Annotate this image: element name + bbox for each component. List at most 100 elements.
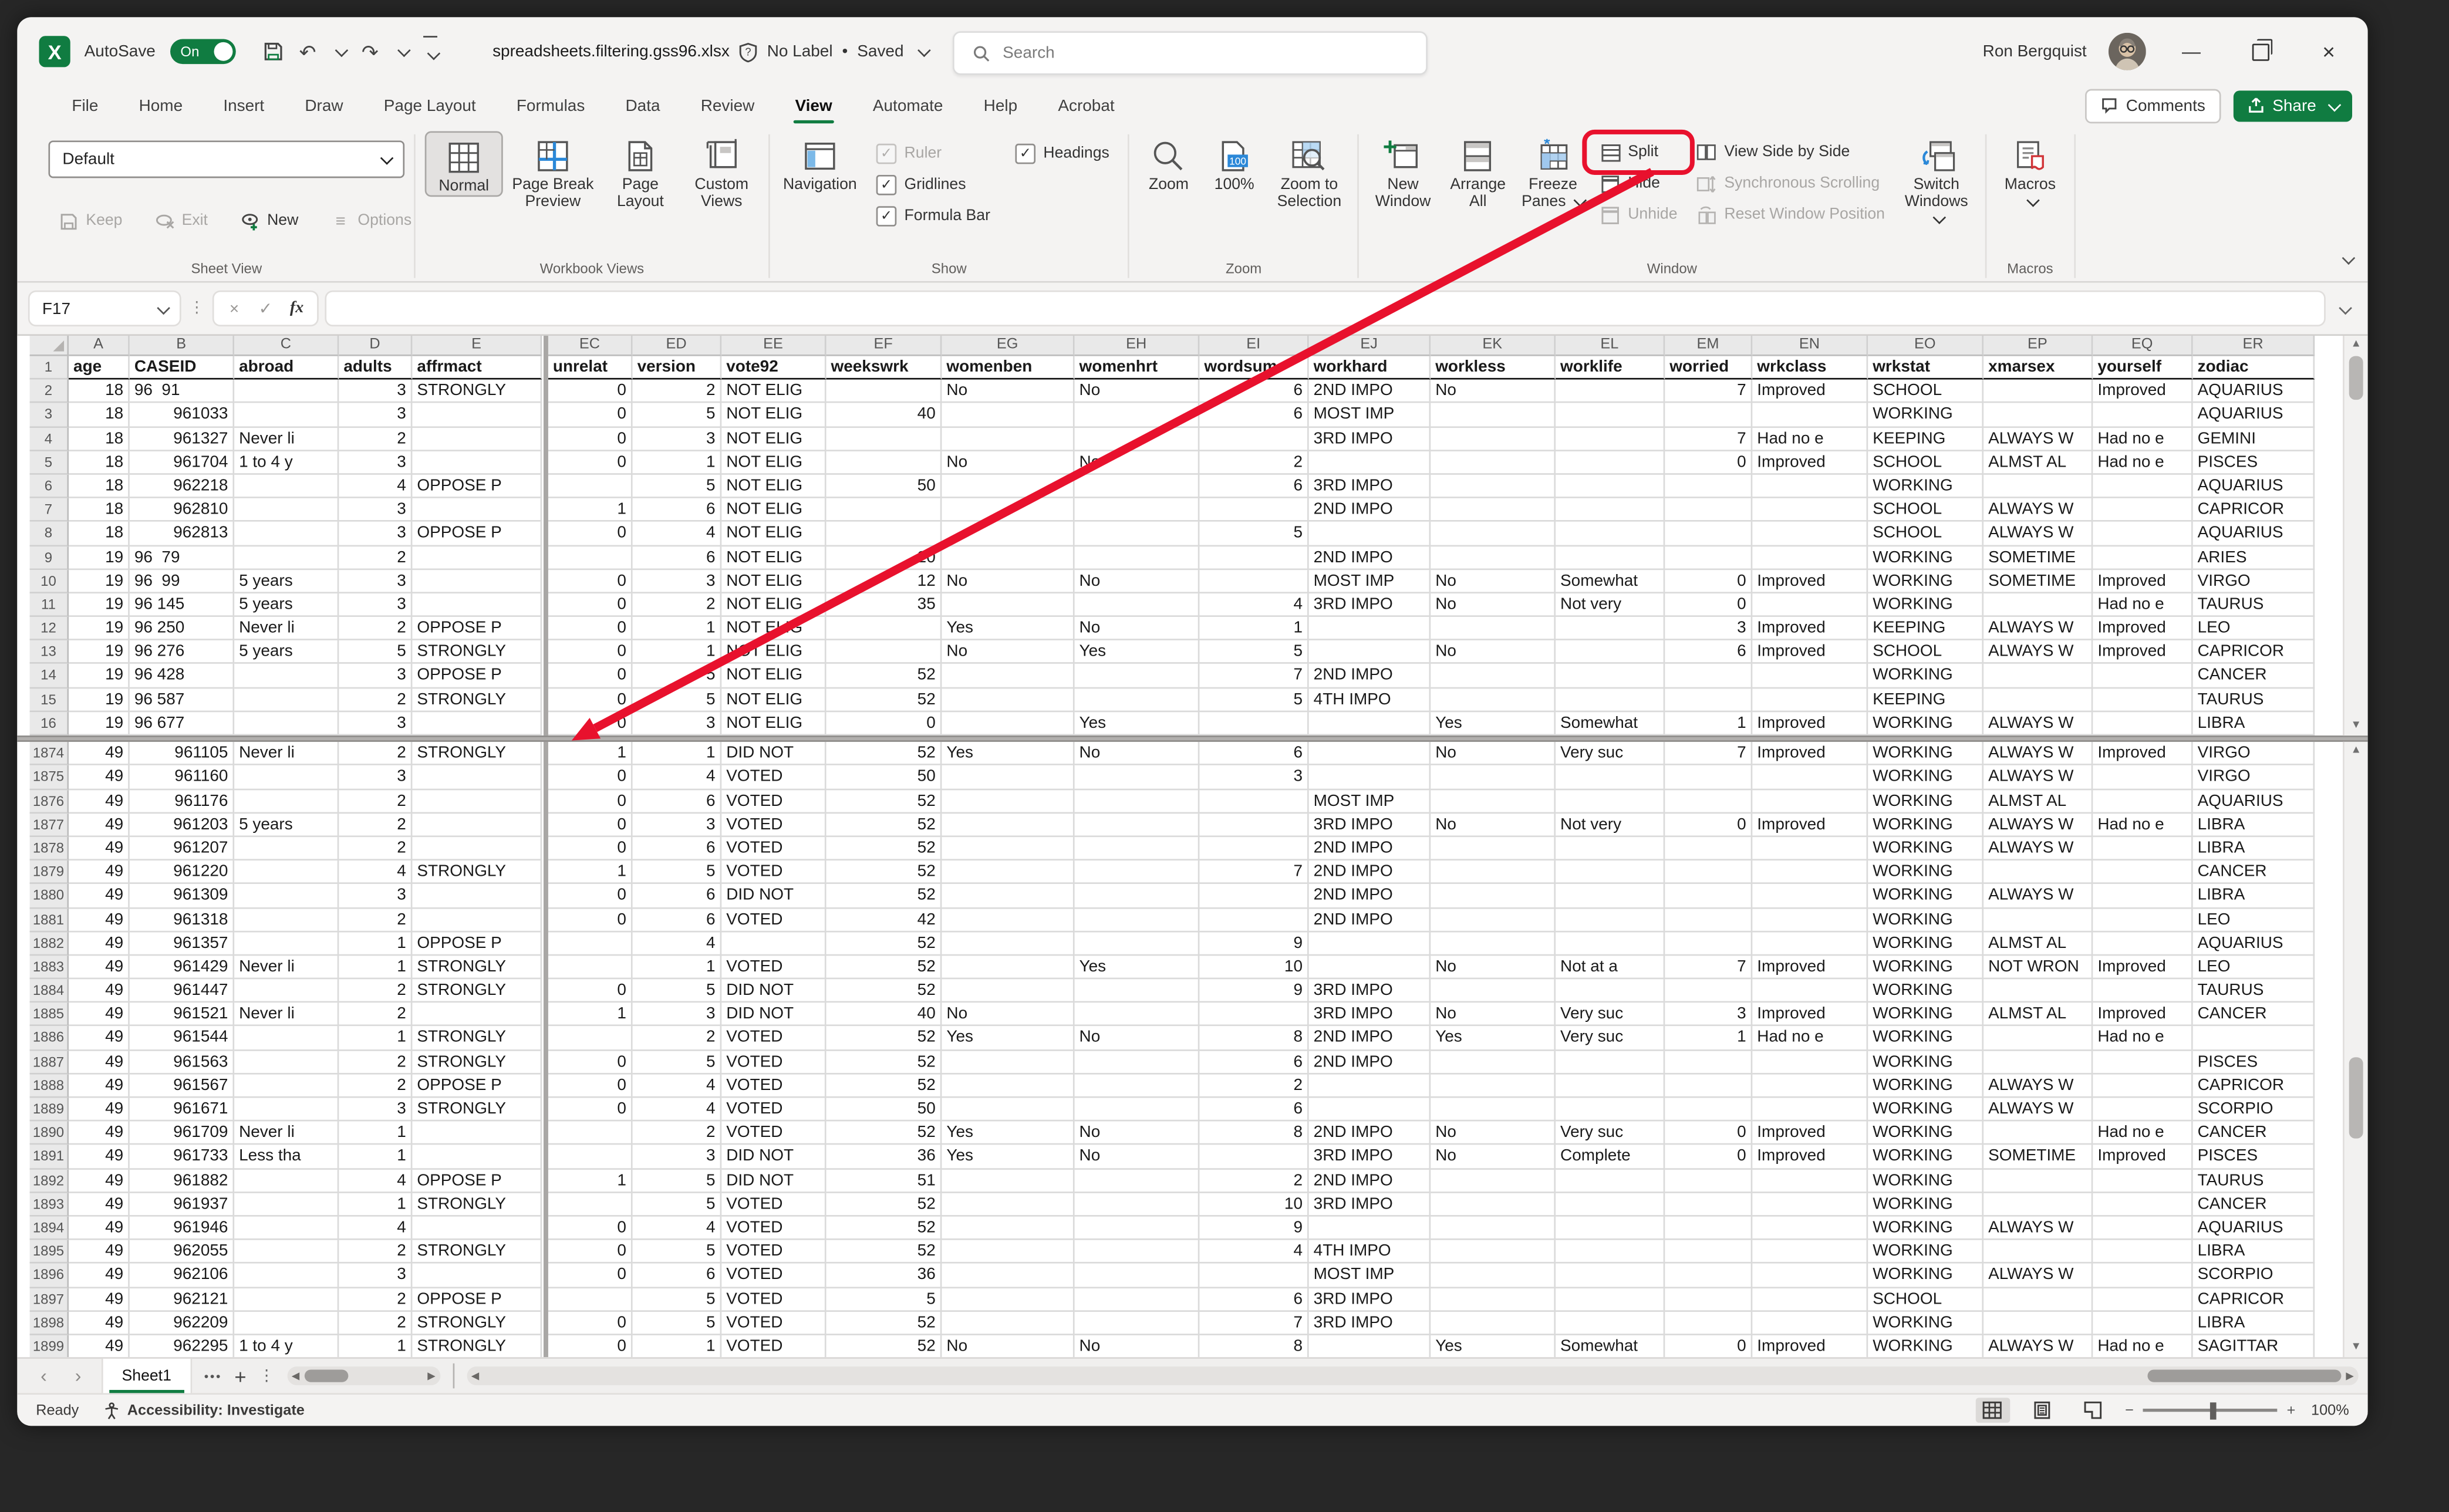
cell[interactable]: 3 [339,1098,412,1121]
zoom-slider-handle[interactable] [2210,1402,2217,1419]
cell[interactable]: 0 [548,766,633,789]
cell[interactable] [2093,1240,2192,1264]
cell[interactable]: 2 [339,789,412,813]
cell[interactable]: 6 [1199,1051,1308,1074]
cell[interactable]: 5 [633,403,722,427]
cell[interactable]: Very suc [1556,1003,1665,1027]
cell[interactable] [2093,908,2192,932]
cell[interactable] [1556,664,1665,688]
cell[interactable]: 0 [1665,593,1752,617]
row-number[interactable]: 12 [30,617,69,640]
cell[interactable]: 52 [827,814,942,837]
cell[interactable]: Never li [234,617,339,640]
header-cell[interactable]: wordsum [1199,356,1308,380]
row-number[interactable]: 1893 [30,1193,69,1216]
cell[interactable] [234,1169,339,1193]
cell[interactable]: Improved [1752,742,1868,765]
column-letter[interactable]: EL [1556,336,1665,356]
cell[interactable]: 3 [339,766,412,789]
cell[interactable] [1075,766,1200,789]
cell[interactable]: No [1075,742,1200,765]
cell[interactable] [1556,617,1665,640]
cell[interactable] [1752,688,1868,711]
cell[interactable]: ALWAYS W [1984,885,2093,908]
cell[interactable]: SOMETIME [1984,569,2093,593]
cell[interactable]: 6 [633,789,722,813]
row-number[interactable]: 1897 [30,1288,69,1311]
cell[interactable]: 96 276 [130,641,234,664]
switch-windows-button[interactable]: Switch Windows [1897,131,1975,228]
cell[interactable]: 3 [633,569,722,593]
cell[interactable]: WORKING [1868,1098,1984,1121]
cell[interactable] [1199,789,1308,813]
cell[interactable]: No [1075,569,1200,593]
cell[interactable]: 961544 [130,1027,234,1050]
cell[interactable]: No [1431,1122,1556,1145]
cell[interactable]: ALWAYS W [1984,522,2093,546]
accessibility-status[interactable]: Accessibility: Investigate [104,1402,305,1419]
cell[interactable]: 8 [1199,1335,1308,1358]
cell[interactable]: OPPOSE P [412,932,542,956]
cell[interactable] [1075,789,1200,813]
cell[interactable]: 3RD IMPO [1309,979,1431,1003]
cell[interactable]: 49 [69,1122,130,1145]
header-cell[interactable]: womenben [942,356,1074,380]
cell[interactable]: LIBRA [2193,814,2315,837]
cell[interactable]: 6 [1199,1098,1308,1121]
cell[interactable]: 4 [633,932,722,956]
header-cell[interactable]: workhard [1309,356,1431,380]
cell[interactable]: 4 [1199,1240,1308,1264]
cell[interactable] [412,1217,542,1240]
cell[interactable]: NOT ELIG [721,546,826,569]
cell[interactable]: 7 [1199,1311,1308,1335]
cell[interactable] [1199,885,1308,908]
cell[interactable]: WORKING [1868,766,1984,789]
cell[interactable]: 3RD IMPO [1309,1193,1431,1216]
scroll-thumb[interactable] [2147,1369,2341,1382]
cell[interactable]: 5 [633,688,722,711]
row-number[interactable]: 1878 [30,837,69,860]
cell[interactable]: 5 years [234,593,339,617]
cell[interactable]: Yes [942,742,1074,765]
cell[interactable]: 0 [548,908,633,932]
formula-input[interactable] [326,292,2324,325]
row-number[interactable]: 7 [30,498,69,522]
row-number[interactable]: 1884 [30,979,69,1003]
cell[interactable]: 5 [1199,522,1308,546]
cell[interactable]: ALWAYS W [1984,617,2093,640]
cell[interactable] [1556,979,1665,1003]
cell[interactable] [1752,522,1868,546]
cell[interactable] [1665,688,1752,711]
cell[interactable]: 5 years [234,641,339,664]
column-letter[interactable]: EH [1075,336,1200,356]
cell[interactable]: Never li [234,956,339,979]
cell[interactable]: 19 [69,546,130,569]
cell[interactable] [942,979,1074,1003]
cell[interactable] [234,1217,339,1240]
column-letter[interactable]: B [130,336,234,356]
cell[interactable] [1752,1311,1868,1335]
cell[interactable]: ALWAYS W [1984,498,2093,522]
cell[interactable]: 2 [339,837,412,860]
scroll-thumb[interactable] [2349,1058,2363,1139]
cell[interactable]: 36 [827,1264,942,1287]
cell[interactable]: VOTED [721,1217,826,1240]
cell[interactable]: 0 [548,641,633,664]
cell[interactable]: DID NOT [721,979,826,1003]
cell[interactable] [1752,1217,1868,1240]
minimize-button[interactable]: — [2168,30,2215,73]
cell[interactable]: Had no e [2093,427,2192,451]
cell[interactable]: Less tha [234,1145,339,1169]
cell[interactable]: Yes [1075,641,1200,664]
tab-automate[interactable]: Automate [852,86,963,125]
cell[interactable] [1431,403,1556,427]
cell[interactable]: 4 [633,1074,722,1098]
cell[interactable]: 4TH IMPO [1309,1240,1431,1264]
cell[interactable]: 3RD IMPO [1309,1145,1431,1169]
cell[interactable]: Never li [234,1122,339,1145]
cell[interactable]: Improved [2093,617,2192,640]
cell[interactable] [1665,932,1752,956]
row-number[interactable]: 1874 [30,742,69,765]
cell[interactable] [234,380,339,403]
cell[interactable]: 3RD IMPO [1309,427,1431,451]
